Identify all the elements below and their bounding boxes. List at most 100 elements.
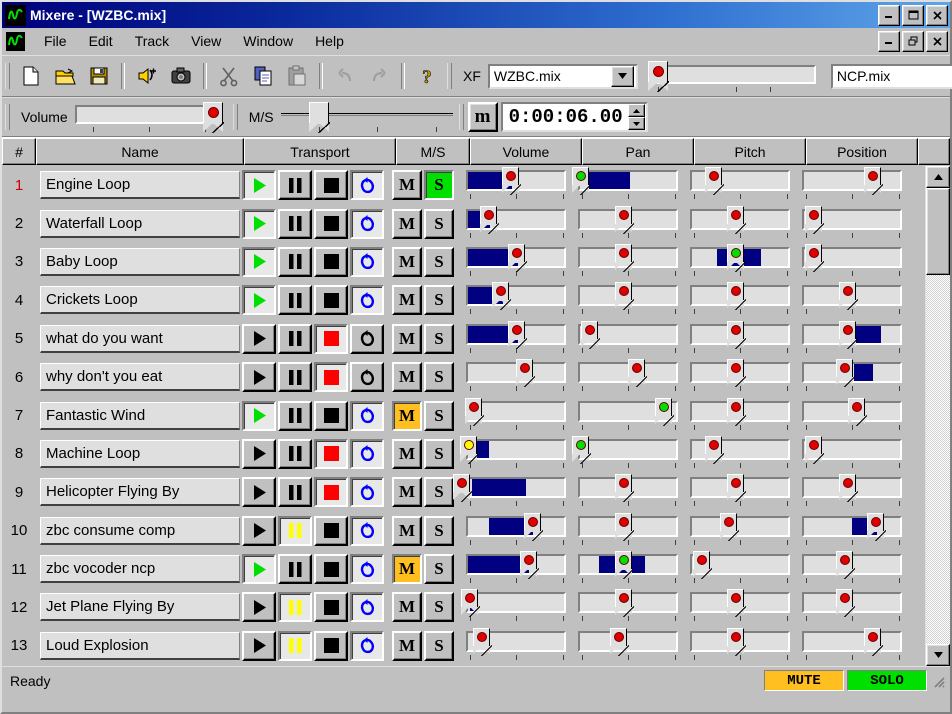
position-thumb[interactable] — [839, 474, 858, 504]
menu-file[interactable]: File — [33, 31, 78, 51]
position-slider-row-8[interactable] — [800, 474, 908, 510]
minimize-button[interactable] — [878, 5, 900, 26]
track-name-field[interactable]: Crickets Loop — [40, 286, 240, 314]
volume-thumb[interactable] — [516, 359, 535, 389]
solo-button[interactable]: S — [424, 554, 454, 584]
loop-button[interactable] — [350, 439, 384, 469]
track-name-field[interactable]: zbc vocoder ncp — [40, 555, 240, 583]
stop-button[interactable] — [314, 324, 348, 354]
pitch-slider-row-12[interactable] — [688, 628, 796, 664]
pitch-thumb[interactable] — [727, 321, 746, 351]
pitch-slider-row-0[interactable] — [688, 167, 796, 203]
time-spin-up[interactable] — [628, 104, 645, 117]
loop-button[interactable] — [350, 516, 384, 546]
pitch-slider-row-10[interactable] — [688, 551, 796, 587]
mdi-minimize-button[interactable] — [878, 31, 900, 52]
pause-button[interactable] — [278, 209, 312, 239]
resize-grip[interactable] — [930, 673, 946, 689]
pitch-thumb[interactable] — [727, 589, 746, 619]
scroll-down-button[interactable] — [926, 644, 950, 666]
header-transport[interactable]: Transport — [244, 138, 396, 165]
pause-button[interactable] — [278, 401, 312, 431]
xf-right-mix-combo[interactable]: NCP.mix — [831, 64, 952, 89]
position-slider-row-6[interactable] — [800, 398, 908, 434]
play-button[interactable] — [242, 516, 276, 546]
pan-slider-row-12[interactable] — [576, 628, 684, 664]
pause-button[interactable] — [278, 439, 312, 469]
volume-slider-row-5[interactable] — [464, 359, 572, 395]
header-number[interactable]: # — [2, 138, 36, 165]
play-button[interactable] — [242, 592, 276, 622]
pitch-slider-row-3[interactable] — [688, 282, 796, 318]
solo-button[interactable]: S — [424, 362, 454, 392]
position-slider-row-10[interactable] — [800, 551, 908, 587]
table-row[interactable]: 13 Loud Explosion M S — [2, 627, 925, 665]
volume-thumb[interactable] — [524, 513, 543, 543]
pan-thumb[interactable] — [572, 167, 591, 197]
pan-slider-row-3[interactable] — [576, 282, 684, 318]
solo-button[interactable]: S — [424, 209, 454, 239]
position-slider-row-0[interactable] — [800, 167, 908, 203]
master-volume-thumb[interactable] — [203, 102, 225, 132]
pan-thumb[interactable] — [615, 589, 634, 619]
camera-icon[interactable] — [165, 60, 197, 92]
loop-button[interactable] — [350, 285, 384, 315]
menu-edit[interactable]: Edit — [78, 31, 124, 51]
ms-toolbar-grip[interactable] — [233, 104, 238, 130]
mute-button[interactable]: M — [392, 209, 422, 239]
pan-thumb[interactable] — [610, 628, 629, 658]
solo-button[interactable]: S — [424, 516, 454, 546]
menu-view[interactable]: View — [180, 31, 232, 51]
pause-button[interactable] — [278, 170, 312, 200]
volume-slider-row-11[interactable] — [464, 589, 572, 625]
position-thumb[interactable] — [836, 359, 855, 389]
mute-indicator[interactable]: MUTE — [764, 670, 844, 691]
play-button[interactable] — [242, 170, 276, 200]
table-row[interactable]: 6 why don't you eat M S — [2, 358, 925, 396]
table-row[interactable]: 4 Crickets Loop M S — [2, 281, 925, 319]
mute-button[interactable]: M — [392, 554, 422, 584]
pause-button[interactable] — [278, 592, 312, 622]
mute-button[interactable]: M — [392, 477, 422, 507]
table-row[interactable]: 9 Helicopter Flying By M S — [2, 473, 925, 511]
pan-thumb[interactable] — [615, 513, 634, 543]
clipboard-icon[interactable] — [281, 60, 313, 92]
position-thumb[interactable] — [805, 436, 824, 466]
copy-pages-icon[interactable] — [247, 60, 279, 92]
pan-slider-row-8[interactable] — [576, 474, 684, 510]
open-folder-icon[interactable] — [49, 60, 81, 92]
position-slider-row-2[interactable] — [800, 244, 908, 280]
pitch-slider-row-6[interactable] — [688, 398, 796, 434]
track-name-field[interactable]: why don't you eat — [40, 363, 240, 391]
undo-arrow-icon[interactable] — [329, 60, 361, 92]
solo-button[interactable]: S — [424, 631, 454, 661]
mute-button[interactable]: M — [392, 247, 422, 277]
redo-arrow-icon[interactable] — [363, 60, 395, 92]
position-thumb[interactable] — [836, 551, 855, 581]
play-button[interactable] — [242, 247, 276, 277]
mdi-restore-button[interactable] — [902, 31, 924, 52]
play-button[interactable] — [242, 209, 276, 239]
play-button[interactable] — [242, 631, 276, 661]
pan-thumb[interactable] — [572, 436, 591, 466]
pause-button[interactable] — [278, 631, 312, 661]
solo-button[interactable]: S — [424, 439, 454, 469]
chevron-down-icon[interactable] — [611, 66, 634, 87]
pause-button[interactable] — [278, 324, 312, 354]
pitch-thumb[interactable] — [727, 244, 746, 274]
loop-button[interactable] — [350, 362, 384, 392]
stop-button[interactable] — [314, 554, 348, 584]
stop-button[interactable] — [314, 477, 348, 507]
pan-thumb[interactable] — [581, 321, 600, 351]
pitch-slider-row-8[interactable] — [688, 474, 796, 510]
pan-slider-row-2[interactable] — [576, 244, 684, 280]
stop-button[interactable] — [314, 285, 348, 315]
pause-button[interactable] — [278, 285, 312, 315]
scrollbar-track[interactable] — [926, 188, 950, 644]
track-name-field[interactable]: zbc consume comp — [40, 517, 240, 545]
question-mark-icon[interactable]: ? — [411, 60, 443, 92]
pan-slider-row-5[interactable] — [576, 359, 684, 395]
pan-thumb[interactable] — [615, 244, 634, 274]
time-toolbar-grip[interactable] — [459, 104, 464, 130]
mdi-close-button[interactable] — [926, 31, 948, 52]
